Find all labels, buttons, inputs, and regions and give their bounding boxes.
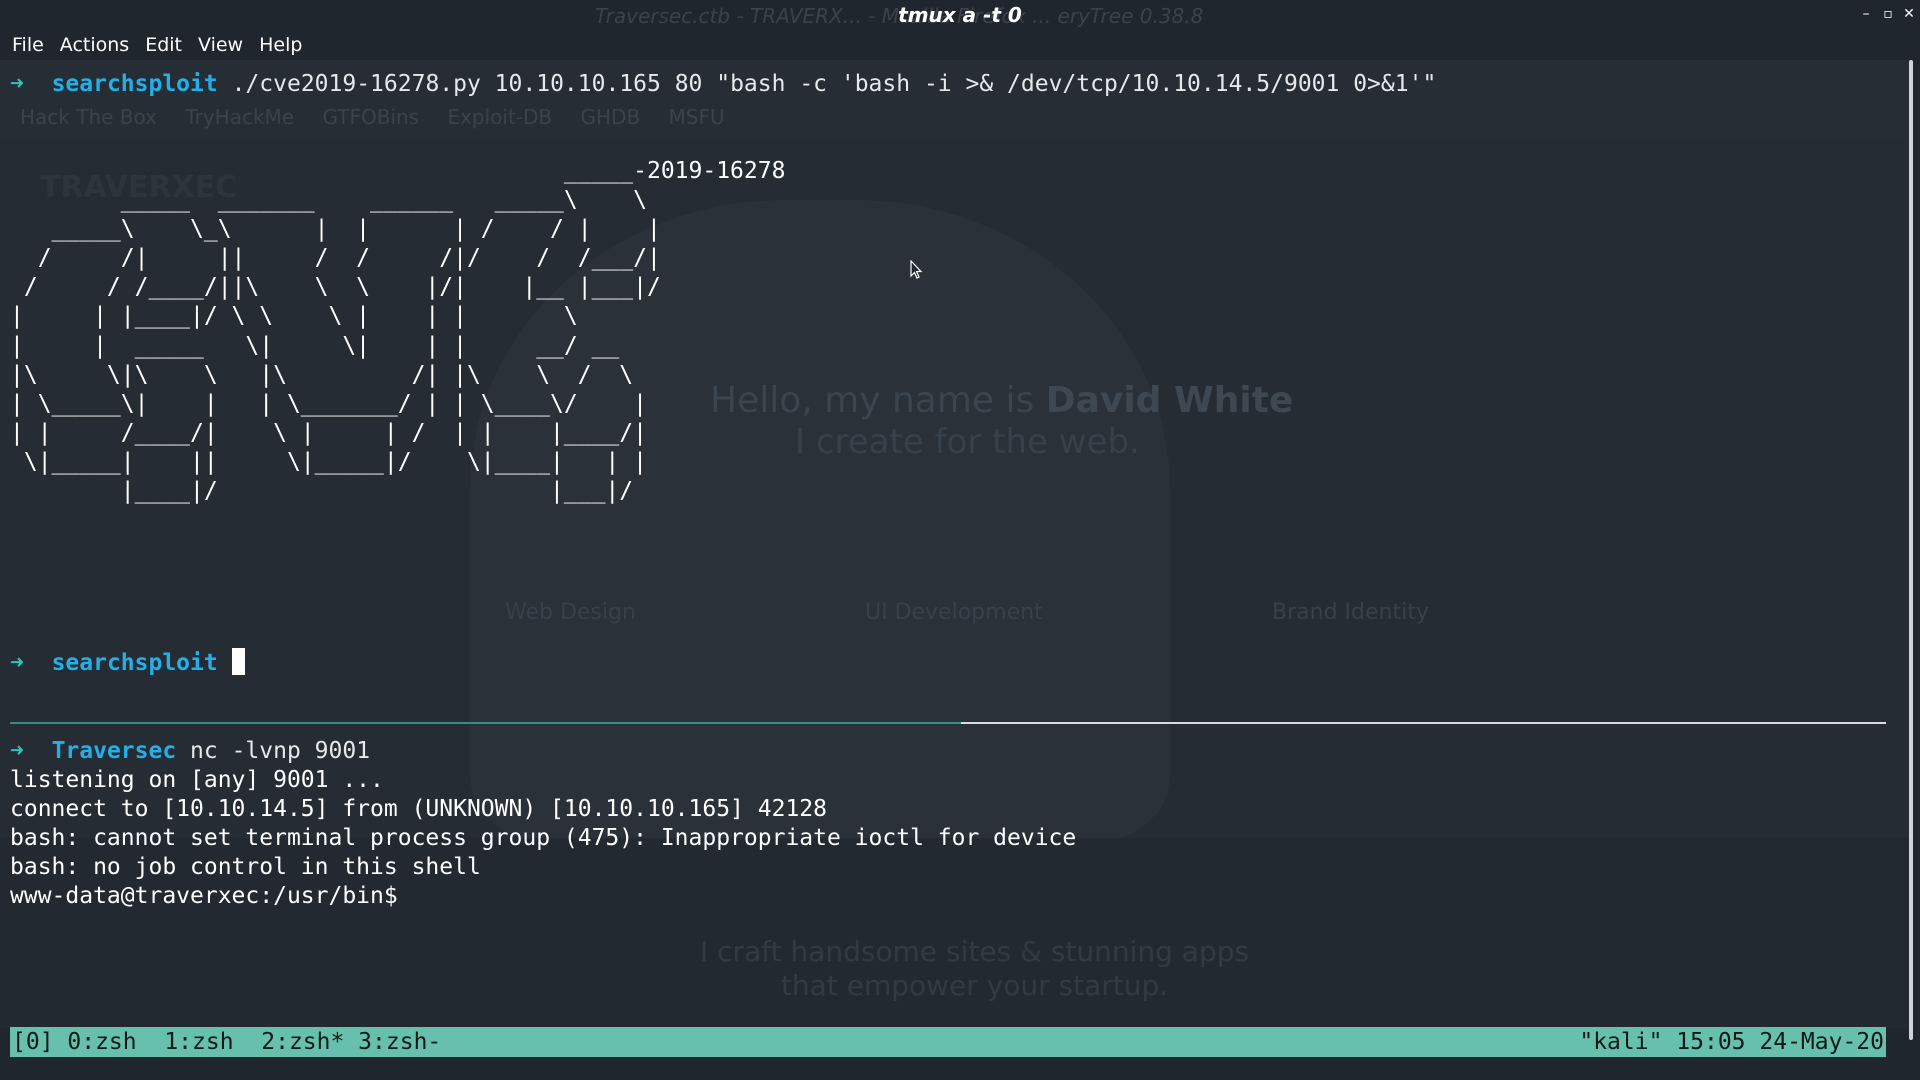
bg-hello-name: David White (1045, 380, 1294, 421)
close-icon[interactable]: ✕ (1901, 6, 1917, 22)
prompt-arrow-icon: ➜ (10, 71, 24, 97)
maximize-icon[interactable]: ▫ (1880, 6, 1896, 22)
command-text: ./cve2019-16278.py 10.10.10.165 80 "bash… (217, 71, 1437, 97)
menu-view[interactable]: View (198, 32, 243, 60)
prompt-dir: searchsploit (51, 71, 218, 97)
pane-divider-active[interactable] (10, 722, 961, 724)
bg-bookmark: MSFU (668, 105, 725, 129)
prompt-dir: Traversec (51, 738, 177, 764)
bg-hello-text: Hello, my name is David White (710, 380, 1293, 421)
prompt-arrow-icon: ➜ (10, 650, 24, 676)
menu-help[interactable]: Help (259, 32, 302, 60)
menu-bar: File Actions Edit View Help (0, 32, 306, 60)
tmux-status-bar: [0] 0:zsh 1:zsh 2:zsh* 3:zsh- "kali" 15:… (10, 1027, 1886, 1057)
cve-ascii-banner: _____-2019-16278 _____ _______ ______ __… (10, 158, 786, 505)
bg-bookmark: GTFOBins (322, 105, 420, 129)
terminal-window: Hack The Box TryHackMe GTFOBins Exploit-… (0, 0, 1920, 1080)
second-prompt-line[interactable]: ➜ searchsploit (10, 648, 245, 678)
bg-service: UI Development (865, 600, 1043, 625)
output-line: bash: no job control in this shell (10, 854, 481, 880)
bg-craft-text: I craft handsome sites & stunning apps th… (700, 935, 1249, 1003)
text-cursor (231, 648, 245, 675)
listener-command-line: ➜ Traversec nc -lvnp 9001 (10, 737, 370, 766)
bg-bookmark: GHDB (580, 105, 641, 129)
command-text: nc -lvnp 9001 (176, 738, 371, 764)
prompt-arrow-icon: ➜ (10, 738, 24, 764)
tmux-window-list[interactable]: [0] 0:zsh 1:zsh 2:zsh* 3:zsh- (12, 1027, 441, 1057)
bg-craft-line: I craft handsome sites & stunning apps (700, 935, 1250, 968)
output-line: connect to [10.10.14.5] from (UNKNOWN) [… (10, 796, 827, 822)
title-bar: Traversec.ctb - TRAVERX... - Mozilla Fir… (0, 0, 1920, 32)
bg-service: Brand Identity (1272, 600, 1429, 625)
scrollbar[interactable] (1909, 60, 1913, 1040)
bg-bookmarks-bar: Hack The Box TryHackMe GTFOBins Exploit-… (20, 105, 747, 129)
output-line: listening on [any] 9001 ... (10, 767, 384, 793)
menu-actions[interactable]: Actions (60, 32, 129, 60)
shell-prompt[interactable]: www-data@traverxec:/usr/bin$ (10, 882, 398, 911)
bg-tagline: I create for the web. (795, 422, 1140, 462)
bg-bookmark: Exploit-DB (447, 105, 553, 129)
prompt-dir: searchsploit (51, 650, 218, 676)
output-line: bash: cannot set terminal process group … (10, 825, 1077, 851)
menu-file[interactable]: File (12, 32, 44, 60)
tmux-status-info: "kali" 15:05 24-May-20 (1579, 1029, 1884, 1055)
bg-bookmark: Hack The Box (20, 105, 157, 129)
minimize-icon[interactable]: – (1858, 6, 1874, 22)
menu-edit[interactable]: Edit (145, 32, 182, 60)
first-command-line: ➜ searchsploit ./cve2019-16278.py 10.10.… (10, 70, 1436, 99)
bg-bookmark: TryHackMe (185, 105, 295, 129)
bg-service: Web Design (505, 600, 636, 625)
pane-divider[interactable] (961, 722, 1886, 724)
mouse-pointer-icon (910, 260, 923, 279)
bg-craft-line: that empower your startup. (780, 969, 1169, 1002)
window-title: tmux a -t 0 (898, 3, 1022, 27)
